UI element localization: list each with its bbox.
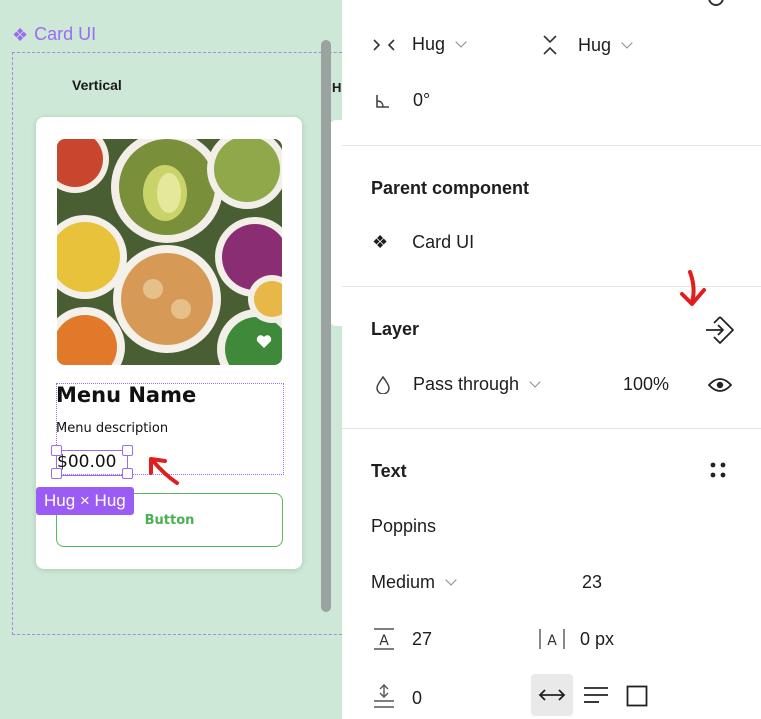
second-card-edge[interactable] xyxy=(330,120,342,326)
parent-component-link[interactable]: ❖ Card UI xyxy=(372,232,474,253)
blend-mode-select[interactable]: Pass through xyxy=(376,374,541,395)
width-mode-value: Hug xyxy=(412,34,446,54)
detach-instance-icon[interactable] xyxy=(704,314,736,346)
design-canvas[interactable]: ❖ Card UI Vertical H Menu Name Menu desc… xyxy=(0,0,342,719)
height-mode-value: Hug xyxy=(578,34,612,55)
letter-spacing-value: 0 px xyxy=(580,628,615,649)
vertical-hug-icon xyxy=(543,35,557,55)
line-height-field[interactable]: A 27 xyxy=(372,627,432,651)
component-set-icon: ❖ xyxy=(12,24,29,45)
variant-label-horizontal[interactable]: H xyxy=(332,80,341,95)
rotation-field[interactable]: 0° xyxy=(375,90,430,111)
drop-icon xyxy=(376,375,390,394)
font-weight-select[interactable]: Medium xyxy=(371,572,457,593)
annotation-arrow-canvas xyxy=(149,457,179,485)
component-set-name: Card UI xyxy=(34,24,97,44)
annotation-arrow-panel xyxy=(680,270,706,306)
paragraph-spacing-field[interactable]: 0 xyxy=(372,683,422,713)
line-height-icon: A xyxy=(374,628,394,650)
rotation-value: 0° xyxy=(413,90,431,110)
chevron-down-icon xyxy=(529,376,541,388)
chevron-down-icon xyxy=(445,574,457,586)
price-selection-box xyxy=(56,450,128,476)
parent-component-name: Card UI xyxy=(412,232,475,252)
horizontal-hug-icon xyxy=(373,38,395,51)
letter-spacing-field[interactable]: A 0 px xyxy=(538,627,614,651)
variant-label-vertical[interactable]: Vertical xyxy=(72,77,122,93)
rotation-icon xyxy=(376,94,389,108)
resize-handle-top-right[interactable] xyxy=(122,445,133,456)
font-weight-value: Medium xyxy=(371,572,436,592)
letter-spacing-icon: A xyxy=(539,629,565,649)
menu-card[interactable]: Menu Name Menu description $00.00 Button… xyxy=(36,117,302,569)
line-height-value: 27 xyxy=(412,628,433,649)
food-image[interactable] xyxy=(57,139,282,365)
text-section-title: Text xyxy=(371,461,407,481)
svg-text:A: A xyxy=(547,633,557,649)
blend-mode-value: Pass through xyxy=(413,374,520,394)
component-icon: ❖ xyxy=(372,232,389,252)
layer-opacity-field[interactable]: 100% xyxy=(623,374,669,395)
width-sizing-control[interactable]: Hug xyxy=(372,34,467,55)
fixed-size-icon[interactable] xyxy=(626,685,648,707)
auto-width-toggle[interactable] xyxy=(531,674,573,716)
size-badge: Hug × Hug xyxy=(36,487,134,515)
heart-icon[interactable] xyxy=(256,334,272,349)
auto-width-icon xyxy=(538,689,566,701)
paragraph-spacing-value: 0 xyxy=(412,687,423,708)
cut-off-icon xyxy=(708,0,724,6)
component-set-title[interactable]: ❖ Card UI xyxy=(12,24,96,45)
height-sizing-control[interactable]: Hug xyxy=(542,34,633,56)
food-bowls-illustration xyxy=(57,139,282,365)
svg-text:A: A xyxy=(379,633,389,649)
resize-handle-bottom-left[interactable] xyxy=(51,468,62,479)
layer-title: Layer xyxy=(371,319,420,339)
canvas-scrollbar[interactable] xyxy=(321,40,331,612)
chevron-down-icon xyxy=(455,36,467,48)
resize-handle-bottom-right[interactable] xyxy=(122,468,133,479)
properties-panel: Hug Hug 0° Parent component ❖ Card UI La… xyxy=(342,0,761,719)
font-size-field[interactable]: 23 xyxy=(582,572,602,593)
paragraph-spacing-icon xyxy=(374,684,394,708)
font-family-field[interactable]: Poppins xyxy=(371,516,436,537)
resize-handle-top-left[interactable] xyxy=(51,445,62,456)
auto-height-icon[interactable] xyxy=(583,686,609,704)
divider xyxy=(342,428,761,429)
chevron-down-icon xyxy=(621,36,633,49)
eye-icon[interactable] xyxy=(708,376,732,394)
menu-description[interactable]: Menu description xyxy=(56,421,168,436)
parent-component-title: Parent component xyxy=(371,178,530,198)
menu-name[interactable]: Menu Name xyxy=(56,383,196,407)
text-styles-icon[interactable] xyxy=(708,460,728,480)
divider xyxy=(342,145,761,146)
